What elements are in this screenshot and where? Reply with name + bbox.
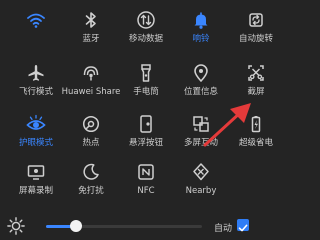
checkmark-icon (238, 224, 248, 232)
auto-brightness-checkbox[interactable] (237, 219, 249, 232)
tile-label: 响铃 (192, 34, 210, 44)
tile-location[interactable]: 位置信息 (173, 63, 229, 103)
nearby-icon (193, 163, 209, 181)
screen-record-icon (27, 165, 45, 180)
tile-label: 手电筒 (133, 87, 159, 97)
tile-flashlight[interactable]: 手电筒 (118, 63, 174, 103)
quick-settings-panel: 蓝牙 移动数据 响铃 自动旋转飞行模式 Huawei Share 手电筒 位置信息 截屏护眼模… (0, 0, 274, 238)
eye-comfort-icon (26, 114, 46, 130)
tile-floating-button[interactable]: 悬浮按钮 (118, 114, 174, 154)
tile-label: 悬浮按钮 (128, 138, 163, 148)
tile-battery-saver[interactable]: 超级省电 (228, 114, 284, 154)
tile-label: 屏幕录制 (18, 186, 53, 196)
tile-airplane[interactable]: 飞行模式 (8, 63, 64, 103)
tile-moon[interactable]: 免打扰 (63, 162, 119, 202)
auto-brightness-label: 自动 (214, 224, 233, 234)
tile-label: Huawei Share (61, 87, 121, 97)
flashlight-icon (141, 64, 151, 82)
battery-saver-icon (251, 116, 261, 133)
tile-label: 飞行模式 (18, 87, 53, 97)
rotate-icon (249, 13, 263, 27)
tile-label: Nearby (185, 186, 217, 196)
tile-multi-screen[interactable]: 多屏互动 (173, 114, 229, 154)
tile-bluetooth[interactable]: 蓝牙 (63, 10, 119, 50)
tile-label: 截屏 (247, 87, 265, 97)
brightness-row: 自动 (0, 214, 274, 238)
tile-label: NFC (137, 186, 155, 196)
location-icon (194, 64, 208, 83)
tile-wifi[interactable] (8, 10, 64, 50)
tile-label: 移动数据 (128, 34, 163, 44)
tile-mobile-data[interactable]: 移动数据 (118, 10, 174, 50)
moon-icon (83, 163, 99, 180)
tile-label: 免打扰 (78, 186, 104, 196)
tile-label: 热点 (82, 138, 100, 148)
tile-label: 多屏互动 (183, 138, 218, 148)
tile-screen-record[interactable]: 屏幕录制 (8, 162, 64, 202)
tile-label: 蓝牙 (82, 34, 100, 44)
brightness-slider[interactable] (46, 220, 202, 232)
tile-screenshot[interactable]: 截屏 (228, 63, 284, 103)
tile-nearby[interactable]: Nearby (173, 162, 229, 202)
tile-rotate[interactable]: 自动旋转 (228, 10, 284, 50)
tile-label: 自动旋转 (238, 34, 273, 44)
airplane-icon (28, 65, 44, 81)
wifi-icon (27, 13, 45, 28)
tile-eye-comfort[interactable]: 护眼模式 (8, 114, 64, 154)
tile-huawei-share[interactable]: Huawei Share (61, 63, 121, 103)
tile-nfc[interactable]: NFC (118, 162, 174, 202)
multi-screen-icon (193, 116, 209, 132)
bell-icon (194, 12, 208, 29)
brightness-slider-thumb[interactable] (69, 220, 82, 232)
floating-button-icon (140, 115, 152, 133)
bluetooth-icon (85, 12, 96, 28)
huawei-share-icon (83, 66, 99, 81)
hotspot-icon (82, 115, 100, 133)
tile-bell[interactable]: 响铃 (173, 10, 229, 50)
tile-label: 位置信息 (183, 87, 218, 97)
screenshot-icon (248, 65, 264, 81)
mobile-data-icon (137, 11, 155, 29)
tile-label: 超级省电 (238, 138, 273, 148)
sun-icon (7, 217, 25, 235)
tile-hotspot[interactable]: 热点 (63, 114, 119, 154)
tile-label: 护眼模式 (18, 138, 53, 148)
nfc-icon (138, 164, 154, 180)
